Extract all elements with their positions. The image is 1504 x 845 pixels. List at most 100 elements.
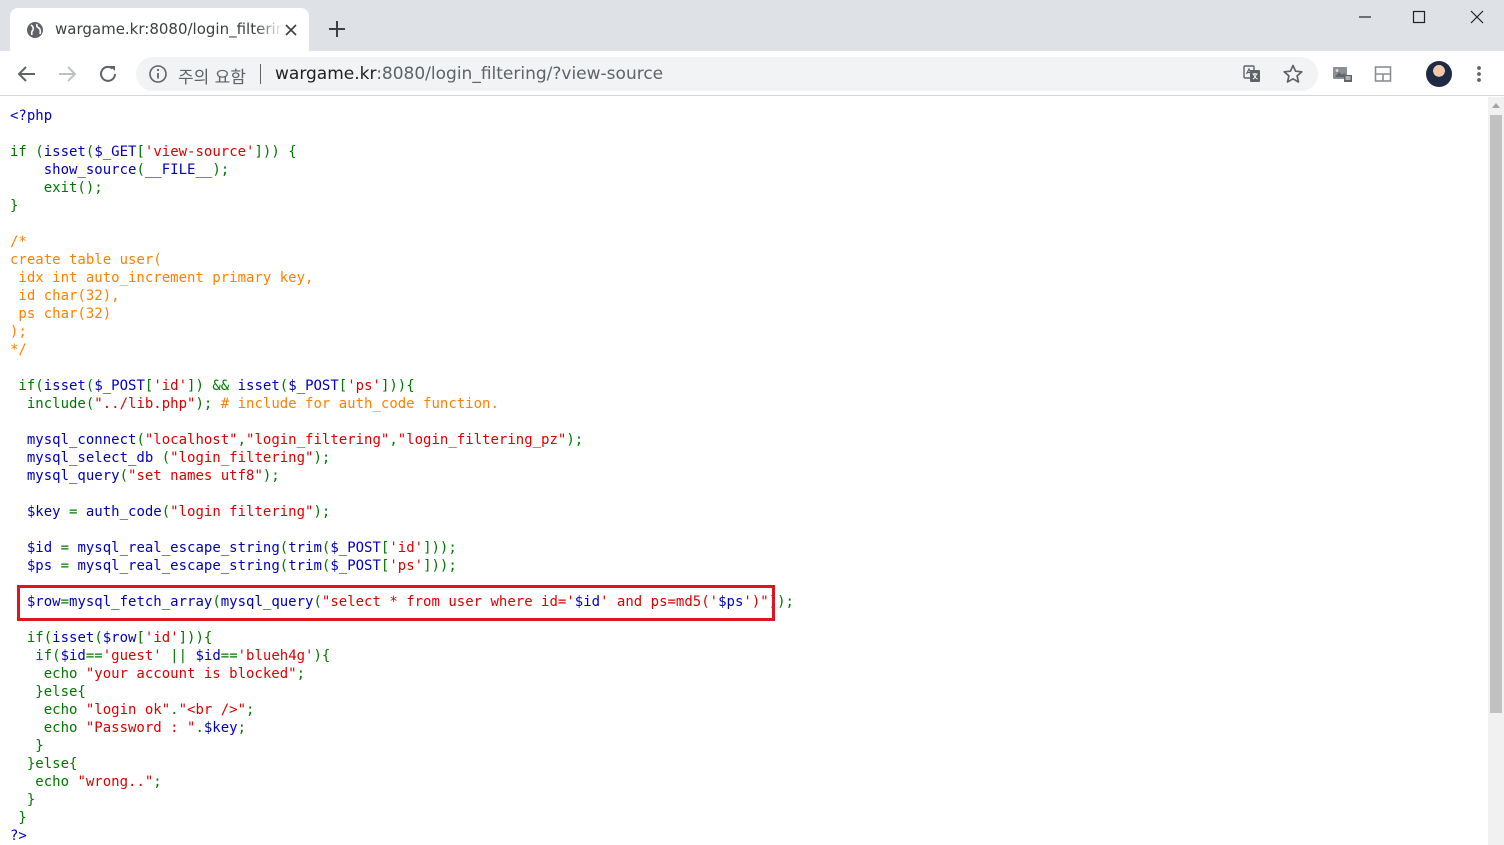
code-token: ); xyxy=(212,162,230,178)
close-icon[interactable] xyxy=(1465,6,1489,28)
code-token: $id xyxy=(195,648,221,664)
code-token: mysql_select_db xyxy=(26,450,154,466)
minimize-icon[interactable] xyxy=(1353,6,1377,28)
code-token: ( xyxy=(161,504,171,520)
close-icon[interactable] xyxy=(282,21,300,39)
code-line: ?> xyxy=(10,827,794,845)
code-token: show_source xyxy=(43,162,137,178)
arrow-left-icon[interactable] xyxy=(15,62,39,86)
tab-strip: wargame.kr:8080/login_filtering/?view-so… xyxy=(0,0,1504,51)
code-token: trim xyxy=(288,558,322,574)
code-line: ps char(32) xyxy=(10,305,794,323)
code-line: } xyxy=(10,809,794,827)
code-line: mysql_query("set names utf8"); xyxy=(10,467,794,485)
code-line: include("../lib.php"); # include for aut… xyxy=(10,395,794,413)
code-token: = xyxy=(52,558,78,574)
arrow-right-icon[interactable] xyxy=(55,62,79,86)
code-token: "localhost" xyxy=(144,432,238,448)
url-text[interactable]: wargame.kr:8080/login_filtering/?view-so… xyxy=(275,64,663,84)
code-token: $ps xyxy=(26,558,53,574)
code-line: $ps = mysql_real_escape_string(trim($_PO… xyxy=(10,557,794,575)
code-token: "login_filtering" xyxy=(170,450,314,466)
code-token: "../lib.php" xyxy=(94,396,196,412)
code-token: isset xyxy=(43,144,86,160)
code-token: ( xyxy=(119,468,129,484)
code-token: ){ xyxy=(313,648,331,664)
code-token: if( xyxy=(10,648,61,664)
code-token: exit(); xyxy=(10,180,103,196)
code-token: echo xyxy=(10,702,86,718)
security-label[interactable]: 주의 요함 xyxy=(178,63,246,88)
code-token: idx int auto_increment primary key, xyxy=(10,270,314,286)
code-token: [ xyxy=(136,630,145,646)
code-token: mysql_real_escape_string xyxy=(77,540,280,556)
code-line: show_source(__FILE__); xyxy=(10,161,794,179)
layout-icon[interactable] xyxy=(1372,63,1394,85)
reload-icon[interactable] xyxy=(96,62,120,86)
code-token: ; xyxy=(153,774,162,790)
code-line: }else{ xyxy=(10,683,794,701)
code-token: ; xyxy=(246,702,255,718)
scroll-up-arrow-icon[interactable] xyxy=(1488,97,1504,114)
code-token: } xyxy=(10,738,44,754)
code-line: mysql_connect("localhost","login_filteri… xyxy=(10,431,794,449)
code-line: }else{ xyxy=(10,755,794,773)
code-token: 'ps' xyxy=(389,558,424,574)
code-token: 'id' xyxy=(144,630,179,646)
code-line: $key = auth_code("login filtering"); xyxy=(10,503,794,521)
code-line: echo "login ok"."<br />"; xyxy=(10,701,794,719)
code-line: ); xyxy=(10,323,794,341)
code-token: "login_filtering" xyxy=(246,432,390,448)
code-line: if (isset($_GET['view-source'])) { xyxy=(10,143,794,161)
code-token: $_POST xyxy=(288,378,339,394)
code-token: "login filtering" xyxy=(170,504,314,520)
code-token: "wrong.." xyxy=(77,774,154,790)
translate-icon[interactable] xyxy=(1242,64,1262,84)
code-token: __FILE__ xyxy=(144,162,213,178)
code-token: ( xyxy=(136,432,145,448)
code-line: <?php xyxy=(10,107,794,125)
code-token: $key xyxy=(26,504,61,520)
code-token: }else{ xyxy=(10,756,78,772)
code-token: 'view-source' xyxy=(144,144,255,160)
code-token: isset xyxy=(52,630,95,646)
code-token: $id xyxy=(26,540,53,556)
code-token: }else{ xyxy=(10,684,86,700)
code-token: $_GET xyxy=(94,144,137,160)
code-token: , xyxy=(237,432,247,448)
code-token: $key xyxy=(203,720,238,736)
plus-icon[interactable] xyxy=(326,18,348,40)
url-path: :8080/login_filtering/?view-source xyxy=(376,64,664,84)
more-vertical-icon[interactable] xyxy=(1470,63,1488,85)
info-icon[interactable] xyxy=(148,64,168,84)
code-token: "login_filtering_pz" xyxy=(397,432,567,448)
star-icon[interactable] xyxy=(1282,63,1304,85)
code-token: "set names utf8" xyxy=(128,468,263,484)
vertical-scrollbar[interactable] xyxy=(1488,97,1504,845)
code-token: ])) { xyxy=(254,144,297,160)
code-token: /* xyxy=(10,234,27,250)
tab-active[interactable]: wargame.kr:8080/login_filtering/?view-so… xyxy=(10,8,309,51)
code-line: id char(32), xyxy=(10,287,794,305)
code-token: ); xyxy=(262,468,280,484)
code-token: include( xyxy=(10,396,95,412)
code-line: echo "Password : ".$key; xyxy=(10,719,794,737)
page-content: <?php if (isset($_GET['view-source'])) { … xyxy=(0,97,1488,845)
code-token: = xyxy=(60,504,86,520)
extension-icon[interactable] xyxy=(1331,63,1353,85)
code-line: if($id=='guest' || $id=='blueh4g'){ xyxy=(10,647,794,665)
scrollbar-thumb[interactable] xyxy=(1490,115,1502,713)
code-token: ( xyxy=(94,630,103,646)
maximize-icon[interactable] xyxy=(1407,6,1431,28)
code-token: ?> xyxy=(10,828,27,844)
code-token: trim xyxy=(288,540,322,556)
profile-avatar[interactable] xyxy=(1426,61,1452,87)
address-bar[interactable]: 주의 요함 wargame.kr:8080/login_filtering/?v… xyxy=(136,57,1318,91)
code-line: $id = mysql_real_escape_string(trim($_PO… xyxy=(10,539,794,557)
code-token: ( xyxy=(153,450,171,466)
